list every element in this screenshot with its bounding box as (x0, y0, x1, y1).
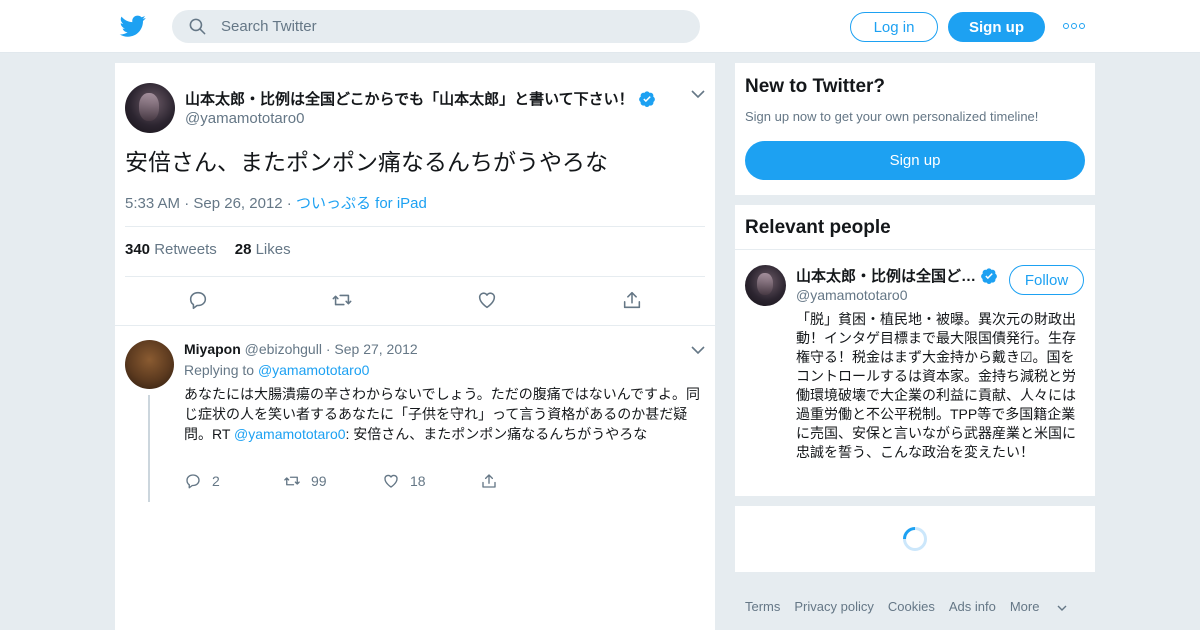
chevron-down-icon[interactable] (691, 346, 705, 355)
divider (125, 276, 705, 277)
reply-actions: 2 99 18 (184, 472, 584, 492)
loading-card (735, 506, 1095, 572)
tweet-source[interactable]: ついっぷる for iPad (296, 195, 427, 212)
reply-author-name[interactable]: Miyapon (184, 341, 241, 357)
retweets-count[interactable]: 340 (125, 241, 150, 258)
retweets-label[interactable]: Retweets (154, 241, 217, 258)
person-bio: 「脱」貧困・植民地・被曝。異次元の財政出動！インタゲ目標まで最大限国債発行。生存… (796, 311, 1076, 460)
twitter-bird-icon[interactable] (119, 13, 147, 39)
tweet-date[interactable]: Sep 26, 2012 (193, 195, 282, 212)
reply-share-action[interactable] (480, 472, 508, 490)
person-name[interactable]: 山本太郎・比例は全国ど… (796, 265, 998, 286)
reply-header: Miyapon @ebizohgull · Sep 27, 2012 (184, 341, 418, 357)
footer-links: Terms Privacy policy Cookies Ads info More (745, 599, 1081, 614)
like-icon (384, 474, 398, 488)
reply-icon[interactable] (187, 289, 209, 311)
reply-reply-action[interactable]: 2 (184, 472, 220, 490)
divider (125, 226, 705, 227)
reply-mention-link[interactable]: @yamamototaro0 (234, 426, 345, 442)
verified-badge-icon (981, 268, 997, 284)
person-handle[interactable]: @yamamototaro0 (796, 287, 907, 303)
search-icon (189, 18, 206, 35)
relevant-people-card: Relevant people 山本太郎・比例は全国ど… @yamamotota… (735, 205, 1095, 496)
follow-button[interactable]: Follow (1009, 265, 1084, 295)
sidebar-signup-button[interactable]: Sign up (745, 141, 1085, 180)
reply-text-after: : 安倍さん、またポンポン痛なるんちがうやろな (345, 426, 648, 442)
reply-text: あなたには大腸潰瘍の辛さわからないでしょう。ただの腹痛ではないんですよ。同じ症状… (184, 384, 704, 444)
reply-date[interactable]: Sep 27, 2012 (334, 341, 417, 357)
tweet-header: 山本太郎・比例は全国どこからでも「山本太郎」と書いて下さい！ @yamamoto… (125, 83, 705, 133)
chevron-down-icon (1057, 605, 1067, 611)
footer-more-label: More (1009, 599, 1040, 614)
reply-like-action[interactable]: 18 (382, 472, 426, 490)
share-icon[interactable] (621, 289, 643, 311)
tweet-actions (115, 289, 715, 313)
reply-author-handle[interactable]: @ebizohgull (245, 341, 322, 357)
more-dots-icon[interactable] (1063, 18, 1085, 34)
loading-spinner-icon (903, 527, 927, 551)
signup-card-title: New to Twitter? (745, 76, 886, 97)
like-count: 18 (410, 473, 426, 489)
relevant-people-title: Relevant people (745, 217, 891, 238)
retweet-icon (284, 476, 300, 486)
login-button[interactable]: Log in (850, 12, 938, 42)
tweet-time[interactable]: 5:33 AM (125, 195, 180, 212)
tweet-text: 安倍さん、またポンポン痛なるんちがうやろな (125, 149, 608, 175)
footer-cookies-link[interactable]: Cookies (888, 599, 935, 614)
person-name-text: 山本太郎・比例は全国ど… (796, 268, 977, 285)
reply-tweet[interactable]: Miyapon @ebizohgull · Sep 27, 2012 Reply… (115, 326, 715, 516)
footer-privacy-link[interactable]: Privacy policy (794, 599, 873, 614)
share-icon (482, 474, 496, 488)
author-handle[interactable]: @yamamototaro0 (185, 110, 304, 127)
author-name-text: 山本太郎・比例は全国どこからでも「山本太郎」と書いて下さい！ (185, 91, 634, 108)
likes-count[interactable]: 28 (235, 241, 252, 258)
top-bar: Search Twitter Log in Sign up (0, 0, 1200, 53)
divider (735, 249, 1095, 250)
reply-retweet-action[interactable]: 99 (283, 472, 327, 490)
footer-ads-link[interactable]: Ads info (949, 599, 996, 614)
author-name[interactable]: 山本太郎・比例は全国どこからでも「山本太郎」と書いて下さい！ (185, 88, 656, 109)
tweet-stats: 340 Retweets 28 Likes (125, 241, 291, 258)
footer-terms-link[interactable]: Terms (745, 599, 780, 614)
thread-line (148, 395, 150, 502)
reply-icon (186, 474, 200, 489)
signup-button[interactable]: Sign up (948, 12, 1045, 42)
chevron-down-icon[interactable] (691, 90, 705, 99)
tweet-meta: 5:33 AM · Sep 26, 2012 · ついっぷる for iPad (125, 195, 427, 212)
avatar[interactable] (125, 83, 175, 133)
reply-count: 2 (212, 473, 220, 489)
retweet-count: 99 (311, 473, 327, 489)
search-input[interactable]: Search Twitter (172, 10, 700, 43)
main-column: 山本太郎・比例は全国どこからでも「山本太郎」と書いて下さい！ @yamamoto… (115, 63, 715, 630)
replying-prefix: Replying to (184, 362, 255, 378)
footer-more-link[interactable]: More (1010, 599, 1067, 614)
like-icon[interactable] (476, 289, 498, 311)
likes-label[interactable]: Likes (256, 241, 291, 258)
avatar[interactable] (125, 340, 174, 389)
search-placeholder: Search Twitter (221, 18, 317, 35)
avatar[interactable] (745, 265, 786, 306)
verified-badge-icon (638, 91, 655, 107)
retweet-icon[interactable] (331, 289, 353, 311)
signup-card-subtitle: Sign up now to get your own personalized… (745, 109, 1039, 124)
replying-to: Replying to @yamamototaro0 (184, 362, 369, 378)
replying-to-link[interactable]: @yamamototaro0 (258, 362, 369, 378)
signup-card: New to Twitter? Sign up now to get your … (735, 63, 1095, 195)
